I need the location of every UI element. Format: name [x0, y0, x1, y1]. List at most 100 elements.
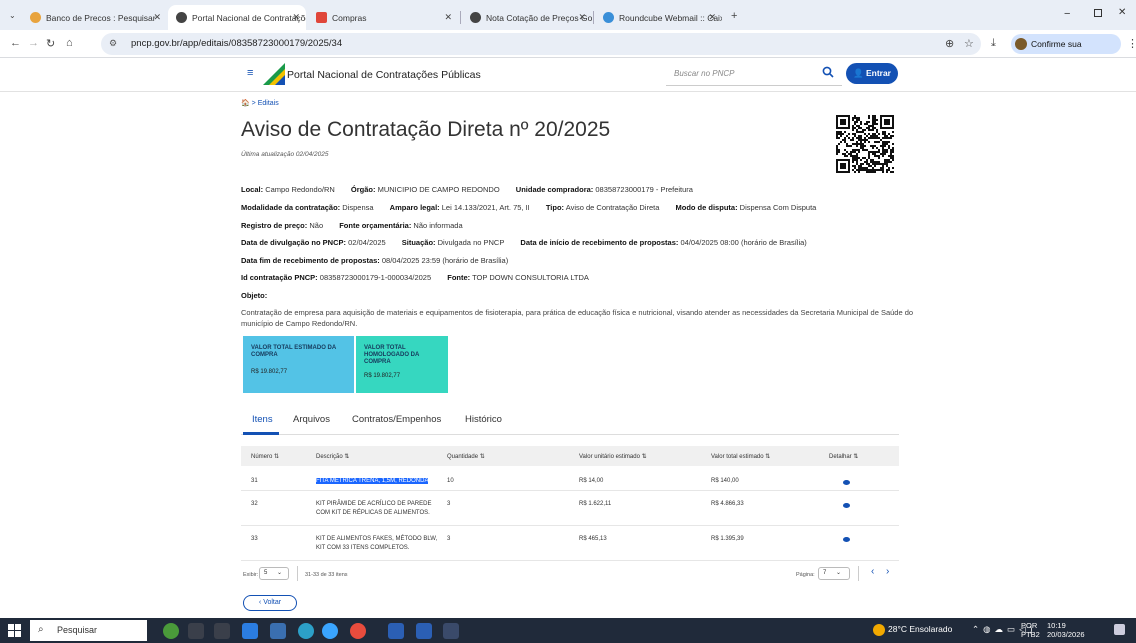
task-view-icon[interactable]	[188, 623, 204, 639]
search-icon: ⌕	[38, 624, 44, 635]
label: Objeto:	[241, 291, 268, 300]
edge-icon[interactable]	[242, 623, 258, 639]
browser-menu-icon[interactable]: ⋮	[1127, 37, 1136, 50]
tab-itens[interactable]: Itens	[252, 414, 273, 425]
cell-valor-unitario: R$ 1.622,11	[579, 501, 612, 507]
close-window-icon[interactable]: ✕	[1118, 7, 1126, 18]
bookmark-star-icon[interactable]: ☆	[964, 37, 974, 50]
reload-icon[interactable]: ↻	[46, 37, 55, 50]
card-valor-estimado: VALOR TOTAL ESTIMADO DA COMPRA R$ 19.802…	[243, 336, 354, 393]
header-label: Quantidade	[447, 454, 479, 460]
hamburger-menu-icon[interactable]: ≡	[247, 67, 253, 79]
login-button[interactable]: 👤 Entrar	[846, 63, 898, 84]
notifications-icon[interactable]	[1114, 624, 1125, 635]
page-label: Página:	[796, 572, 815, 578]
th-numero[interactable]: Número ⇅	[251, 453, 279, 460]
tab-nota-cotacao[interactable]: Nota Cotação de Preços Goiouc✕	[462, 5, 592, 30]
th-quantidade[interactable]: Quantidade ⇅	[447, 453, 485, 460]
app-icon[interactable]	[388, 623, 404, 639]
eye-icon[interactable]	[843, 480, 850, 485]
close-icon[interactable]: ✕	[292, 12, 300, 23]
header-label: Descrição	[316, 454, 343, 460]
value: Não informada	[413, 221, 463, 230]
last-updated: Última atualização 02/04/2025	[241, 151, 329, 158]
url-input[interactable]: pncp.gov.br/app/editais/08358723000179/2…	[101, 33, 981, 55]
tab-historico[interactable]: Histórico	[465, 414, 502, 425]
eye-icon[interactable]	[843, 503, 850, 508]
windows-start-icon[interactable]	[8, 624, 21, 637]
lang-label: PTB2	[1021, 630, 1040, 639]
tab-banco-precos[interactable]: Banco de Precos : Pesquisar ✕	[22, 5, 167, 30]
download-icon[interactable]: ⤓	[991, 37, 996, 50]
chevron-down-icon: ⌄	[836, 570, 842, 576]
th-valor-unitario[interactable]: Valor unitário estimado ⇅	[579, 453, 647, 460]
th-valor-total[interactable]: Valor total estimado ⇅	[711, 453, 770, 460]
tab-contratos-empenhos[interactable]: Contratos/Empenhos	[352, 414, 441, 425]
eye-icon[interactable]	[843, 537, 850, 542]
tab-arquivos[interactable]: Arquivos	[293, 414, 330, 425]
value: 08358723000179-1-000034/2025	[319, 273, 432, 282]
new-tab-icon[interactable]: +	[731, 10, 737, 22]
search-input[interactable]: Buscar no PNCP	[666, 62, 842, 86]
app-icon[interactable]	[298, 623, 314, 639]
identity-button[interactable]: Confirme sua identidade	[1011, 34, 1121, 69]
label: Unidade compradora:	[515, 185, 594, 194]
prev-page-icon[interactable]: ‹	[871, 566, 874, 577]
search-icon[interactable]	[822, 66, 834, 78]
tab-list-icon[interactable]: ⌄	[9, 11, 16, 20]
th-descricao[interactable]: Descrição ⇅	[316, 453, 349, 460]
weather-text[interactable]: 28°C Ensolarado	[888, 624, 952, 634]
page-select[interactable]: 7 ⌄	[818, 567, 850, 580]
cell-descricao: KIT PIRÂMIDE DE ACRÍLICO DE PAREDE COM K…	[316, 501, 432, 516]
site-settings-icon[interactable]: ⚙	[109, 38, 117, 49]
back-label: Voltar	[263, 599, 282, 606]
store-icon[interactable]	[270, 623, 286, 639]
chrome-icon[interactable]	[350, 623, 366, 639]
login-label: Entrar	[865, 68, 891, 78]
back-button[interactable]: ‹ Voltar	[243, 595, 297, 611]
close-icon[interactable]: ✕	[578, 12, 586, 23]
card-label: VALOR TOTAL HOMOLOGADO DA COMPRA	[364, 345, 420, 365]
back-arrow-icon[interactable]: ←	[10, 37, 21, 49]
file-explorer-icon[interactable]	[214, 623, 230, 639]
next-page-icon[interactable]: ›	[886, 566, 889, 577]
label: Amparo legal:	[389, 203, 440, 212]
pncp-logo[interactable]	[263, 63, 285, 85]
tab-roundcube[interactable]: Roundcube Webmail :: Caixa de✕	[595, 5, 722, 30]
minimize-icon[interactable]: −	[1064, 8, 1070, 20]
home-icon[interactable]: 🏠	[241, 100, 250, 107]
app-icon[interactable]	[443, 623, 459, 639]
card-value: R$ 19.802,77	[251, 369, 288, 375]
maximize-icon[interactable]	[1094, 9, 1102, 17]
app-icon[interactable]	[322, 623, 338, 639]
value: 04/04/2025 08:00 (horário de Brasília)	[680, 238, 807, 247]
tab-compras[interactable]: Compras ✕	[308, 5, 458, 30]
label: Data de divulgação no PNCP:	[241, 238, 347, 247]
zoom-icon[interactable]: ⊕	[945, 37, 954, 50]
tab-pncp[interactable]: Portal Nacional de Contrataçõe ✕	[168, 5, 306, 30]
th-detalhar[interactable]: Detalhar ⇅	[829, 453, 858, 460]
forward-arrow-icon[interactable]: →	[28, 37, 39, 49]
value: Aviso de Contratação Direta	[565, 203, 660, 212]
brand-title[interactable]: Portal Nacional de Contratações Públicas	[287, 69, 481, 81]
cell-valor-total: R$ 4.866,33	[711, 501, 744, 507]
per-page-select[interactable]: 5 ⌄	[259, 567, 289, 580]
value: Campo Redondo/RN	[265, 185, 335, 194]
close-icon[interactable]: ✕	[708, 12, 716, 23]
label: Id contratação PNCP:	[241, 273, 318, 282]
info-row-datas: Data de divulgação no PNCP: 02/04/2025 S…	[241, 238, 821, 247]
value: 08358723000179 - Prefeitura	[595, 185, 693, 194]
taskbar-search[interactable]: Pesquisar	[30, 620, 147, 641]
breadcrumb-editais[interactable]: Editais	[258, 100, 279, 107]
tab-label: Roundcube Webmail :: Caixa de	[619, 12, 722, 23]
home-icon[interactable]: ⌂	[66, 37, 73, 49]
word-icon[interactable]	[416, 623, 432, 639]
value: Lei 14.133/2021, Art. 75, II	[441, 203, 530, 212]
close-icon[interactable]: ✕	[444, 12, 452, 23]
page-title: Aviso de Contratação Direta nº 20/2025	[241, 118, 611, 141]
info-row-objeto: Objeto:	[241, 291, 267, 300]
tab-label: Banco de Precos : Pesquisar	[46, 12, 156, 23]
label: Data fim de recebimento de propostas:	[241, 256, 380, 265]
widgets-icon[interactable]	[163, 623, 179, 639]
close-icon[interactable]: ✕	[153, 12, 161, 23]
